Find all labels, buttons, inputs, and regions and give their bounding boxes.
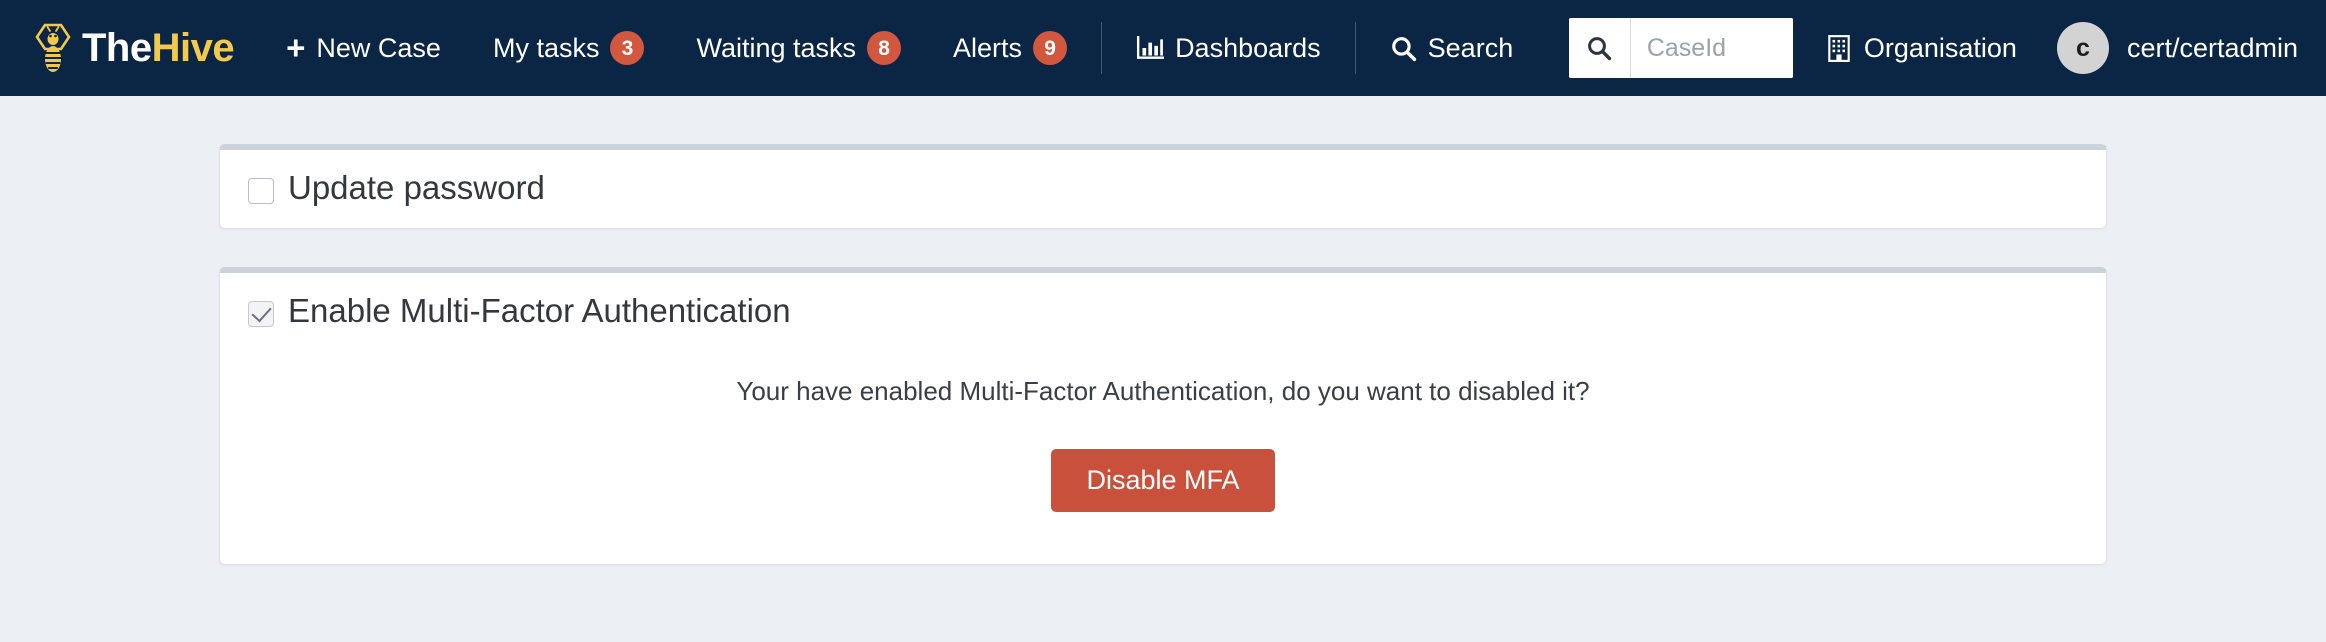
nav-divider-2: [1354, 22, 1356, 74]
brand-text-hive: Hive: [151, 26, 235, 70]
bee-hexagon-logo-icon: [30, 23, 76, 73]
mfa-message: Your have enabled Multi-Factor Authentic…: [736, 375, 1590, 406]
avatar: c: [2056, 22, 2109, 74]
brand-logo-link[interactable]: TheHive: [30, 23, 235, 73]
nav-item-search[interactable]: Search: [1364, 0, 1540, 96]
main-content: Update password Enable Multi-Factor Auth…: [0, 96, 2326, 565]
search-icon: [1586, 35, 1612, 61]
nav-item-new-case[interactable]: + New Case: [286, 0, 467, 96]
enable-mfa-checkbox[interactable]: [248, 301, 274, 328]
mfa-body: Your have enabled Multi-Factor Authentic…: [220, 352, 2106, 564]
disable-mfa-button[interactable]: Disable MFA: [1051, 448, 1275, 512]
mfa-card: Enable Multi-Factor Authentication Your …: [219, 267, 2107, 565]
nav-item-search-label: Search: [1427, 32, 1514, 63]
building-icon: [1827, 34, 1851, 62]
organisation-label: Organisation: [1863, 32, 2017, 63]
caseid-search-input[interactable]: [1630, 18, 1793, 78]
brand-text: TheHive: [82, 26, 235, 70]
nav-item-new-case-label: New Case: [316, 32, 441, 63]
plus-icon: +: [286, 28, 306, 66]
nav-item-waiting-tasks-label: Waiting tasks: [696, 32, 857, 63]
nav-item-alerts[interactable]: Alerts 9: [927, 0, 1093, 96]
top-navigation-bar: TheHive + New Case My tasks 3 Waiting ta…: [0, 0, 2326, 96]
waiting-tasks-count-badge: 8: [867, 31, 902, 65]
nav-item-waiting-tasks[interactable]: Waiting tasks 8: [670, 0, 927, 96]
update-password-title: Update password: [288, 169, 545, 206]
update-password-card: Update password: [219, 144, 2107, 230]
my-tasks-count-badge: 3: [610, 31, 645, 65]
nav-divider: [1101, 22, 1103, 74]
user-label: cert/certadmin: [2126, 32, 2298, 63]
nav-item-alerts-label: Alerts: [953, 32, 1023, 63]
brand-text-the: The: [82, 26, 152, 70]
alerts-count-badge: 9: [1033, 31, 1068, 65]
mfa-title: Enable Multi-Factor Authentication: [288, 292, 791, 330]
nav-item-dashboards-label: Dashboards: [1175, 32, 1321, 63]
mfa-header: Enable Multi-Factor Authentication: [220, 273, 2106, 351]
user-menu[interactable]: c cert/certadmin: [2056, 22, 2298, 74]
nav-item-my-tasks-label: My tasks: [492, 32, 600, 63]
search-icon: [1390, 35, 1417, 62]
bar-chart-icon: [1136, 35, 1165, 61]
search-submit-button[interactable]: [1568, 18, 1631, 78]
nav-item-dashboards[interactable]: Dashboards: [1110, 0, 1347, 96]
organisation-menu[interactable]: Organisation: [1827, 33, 2017, 64]
nav-item-my-tasks[interactable]: My tasks 3: [467, 0, 671, 96]
update-password-checkbox[interactable]: [248, 178, 274, 205]
update-password-header: Update password: [220, 150, 2106, 228]
caseid-search-box: [1568, 18, 1793, 78]
